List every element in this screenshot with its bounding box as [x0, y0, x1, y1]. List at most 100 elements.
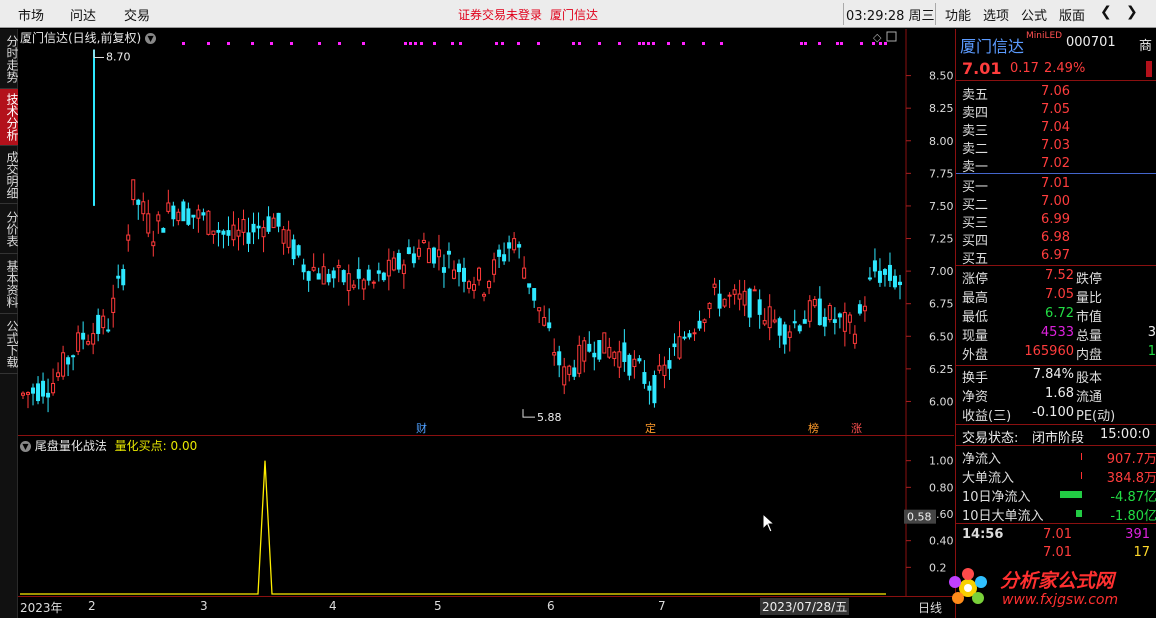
bid-price[interactable]: 7.00 — [1018, 194, 1070, 209]
stat-row: 现量 4533 总量 3 — [956, 325, 1156, 344]
tab-profile[interactable]: 基本资料 — [0, 254, 19, 314]
tab-intraday[interactable]: 分时走势 — [0, 29, 19, 89]
bid-price[interactable]: 6.98 — [1018, 230, 1070, 245]
candle-body — [246, 232, 251, 244]
candle-body — [697, 320, 702, 329]
back-arrow-icon[interactable]: ❮ — [1100, 4, 1112, 20]
candle-body — [492, 259, 497, 275]
candle-body — [101, 315, 106, 329]
candle-body — [677, 336, 682, 359]
bid-price[interactable]: 6.97 — [1018, 248, 1070, 263]
signal-dot — [501, 42, 504, 45]
candle-body — [547, 322, 552, 329]
menu-trade[interactable]: 交易 — [124, 5, 150, 24]
candle-body — [787, 331, 792, 338]
bid-price[interactable]: 6.99 — [1018, 212, 1070, 227]
stock-extra: 商 — [1139, 39, 1153, 54]
forward-arrow-icon[interactable]: ❯ — [1126, 4, 1138, 20]
candle-body — [386, 259, 391, 277]
left-tab-bar: 分时走势 技术分析 成交明细 分价表 基本资料 公式下载 — [0, 29, 19, 618]
ask-price[interactable]: 7.02 — [1018, 156, 1070, 171]
y-tick-label: 8.25 — [929, 102, 954, 115]
stat-label: 跌停 — [1076, 272, 1103, 287]
ask-price[interactable]: 7.05 — [1018, 102, 1070, 117]
menu-options[interactable]: 选项 — [983, 5, 1009, 24]
stock-header: 厦门信达 MiniLED 000701 商 — [956, 31, 1156, 57]
candle-body — [321, 266, 326, 285]
menu-layout[interactable]: 版面 — [1059, 5, 1085, 24]
tab-technical[interactable]: 技术分析 — [0, 89, 19, 146]
period-label[interactable]: 日线 — [918, 599, 942, 616]
candle-body — [66, 357, 71, 365]
fundamental-label: 股本 — [1076, 371, 1103, 386]
candle-body — [777, 318, 782, 336]
trade-status-label: 交易状态: — [962, 431, 1019, 446]
candle-body — [311, 266, 316, 271]
candle-body — [732, 289, 737, 295]
candle-body — [126, 234, 131, 241]
signal-dot — [517, 42, 520, 45]
candle-body — [146, 213, 151, 234]
chevron-down-icon[interactable]: ▼ — [145, 33, 157, 44]
candle-body — [356, 269, 361, 279]
ask-price[interactable]: 7.03 — [1018, 138, 1070, 153]
time-label: 6 — [547, 599, 555, 613]
ask-price[interactable]: 7.04 — [1018, 120, 1070, 135]
trade-login-notice[interactable]: 证券交易未登录 — [458, 6, 542, 23]
kline-canvas[interactable]: 8.50 8.25 8.00 7.75 7.50 7.25 7.00 6.75 6.50 6.25… — [18, 29, 954, 435]
tab-price-table[interactable]: 分价表 — [0, 204, 19, 254]
stock-name[interactable]: 厦门信达 — [960, 33, 1024, 57]
menu-function[interactable]: 功能 — [945, 5, 971, 24]
kline-chart[interactable]: 8.50 8.25 8.00 7.75 7.50 7.25 7.00 6.75 6.50 6.25… — [18, 29, 954, 435]
candle-body — [76, 332, 81, 352]
signal-dot — [537, 42, 540, 45]
candle-body — [171, 205, 176, 220]
candle-body — [577, 344, 582, 374]
signal-dot — [598, 42, 601, 45]
stat-value: 3 — [1147, 325, 1156, 340]
candle-body — [51, 382, 56, 394]
menu-formula[interactable]: 公式 — [1021, 5, 1047, 24]
indicator-chart[interactable]: 1.00 0.80 0.60 0.40 0.2 0.58 ▼ 尾盘量化战法 量化买点: 0… — [18, 435, 954, 596]
stat-label: 内盘 — [1076, 348, 1103, 363]
candle-body — [381, 272, 386, 281]
candle-body — [807, 300, 812, 322]
signal-dot — [618, 42, 621, 45]
menu-market[interactable]: 市场 — [18, 5, 44, 24]
candle-body — [712, 283, 717, 288]
bid-price[interactable]: 7.01 — [1018, 176, 1070, 191]
ask-row: 卖四 7.05 — [956, 102, 1156, 121]
candle-body — [597, 340, 602, 360]
candle-body — [291, 239, 296, 260]
menu-ask[interactable]: 问达 — [70, 5, 96, 24]
tick-volume: 391 — [1125, 527, 1150, 542]
indicator-name[interactable]: 尾盘量化战法 — [35, 439, 107, 453]
candle-body — [276, 212, 281, 227]
candle-body — [832, 319, 837, 323]
stat-value: 6.72 — [1045, 306, 1074, 321]
high-label: 8.70 — [106, 51, 131, 64]
signal-dot — [270, 42, 273, 45]
bid-label: 买二 — [962, 198, 989, 213]
price-change: 0.17 — [1010, 61, 1039, 76]
chevron-down-icon[interactable]: ▼ — [20, 441, 31, 452]
current-stock-notice[interactable]: 厦门信达 — [550, 6, 598, 23]
candle-body — [141, 201, 146, 215]
ask-price[interactable]: 7.06 — [1018, 84, 1070, 99]
indicator-canvas[interactable]: 1.000.800.600.400.20.58 — [18, 436, 954, 596]
trade-status-time: 15:00:0 — [1100, 427, 1151, 442]
candle-body — [467, 281, 472, 289]
candle-body — [241, 219, 246, 233]
candle-body — [872, 260, 877, 272]
fund-flow-value: 907.7万 — [1106, 452, 1156, 467]
side-marker — [1146, 61, 1152, 77]
fundamental-value: 7.84% — [1032, 367, 1074, 382]
tab-formula-download[interactable]: 公式下载 — [0, 314, 19, 374]
candle-body — [497, 249, 502, 257]
candle-body — [812, 298, 817, 307]
candle-body — [587, 343, 592, 352]
candle-body — [21, 392, 25, 396]
candle-body — [296, 245, 301, 256]
stat-label: 现量 — [962, 329, 989, 344]
tab-trade-detail[interactable]: 成交明细 — [0, 146, 19, 204]
